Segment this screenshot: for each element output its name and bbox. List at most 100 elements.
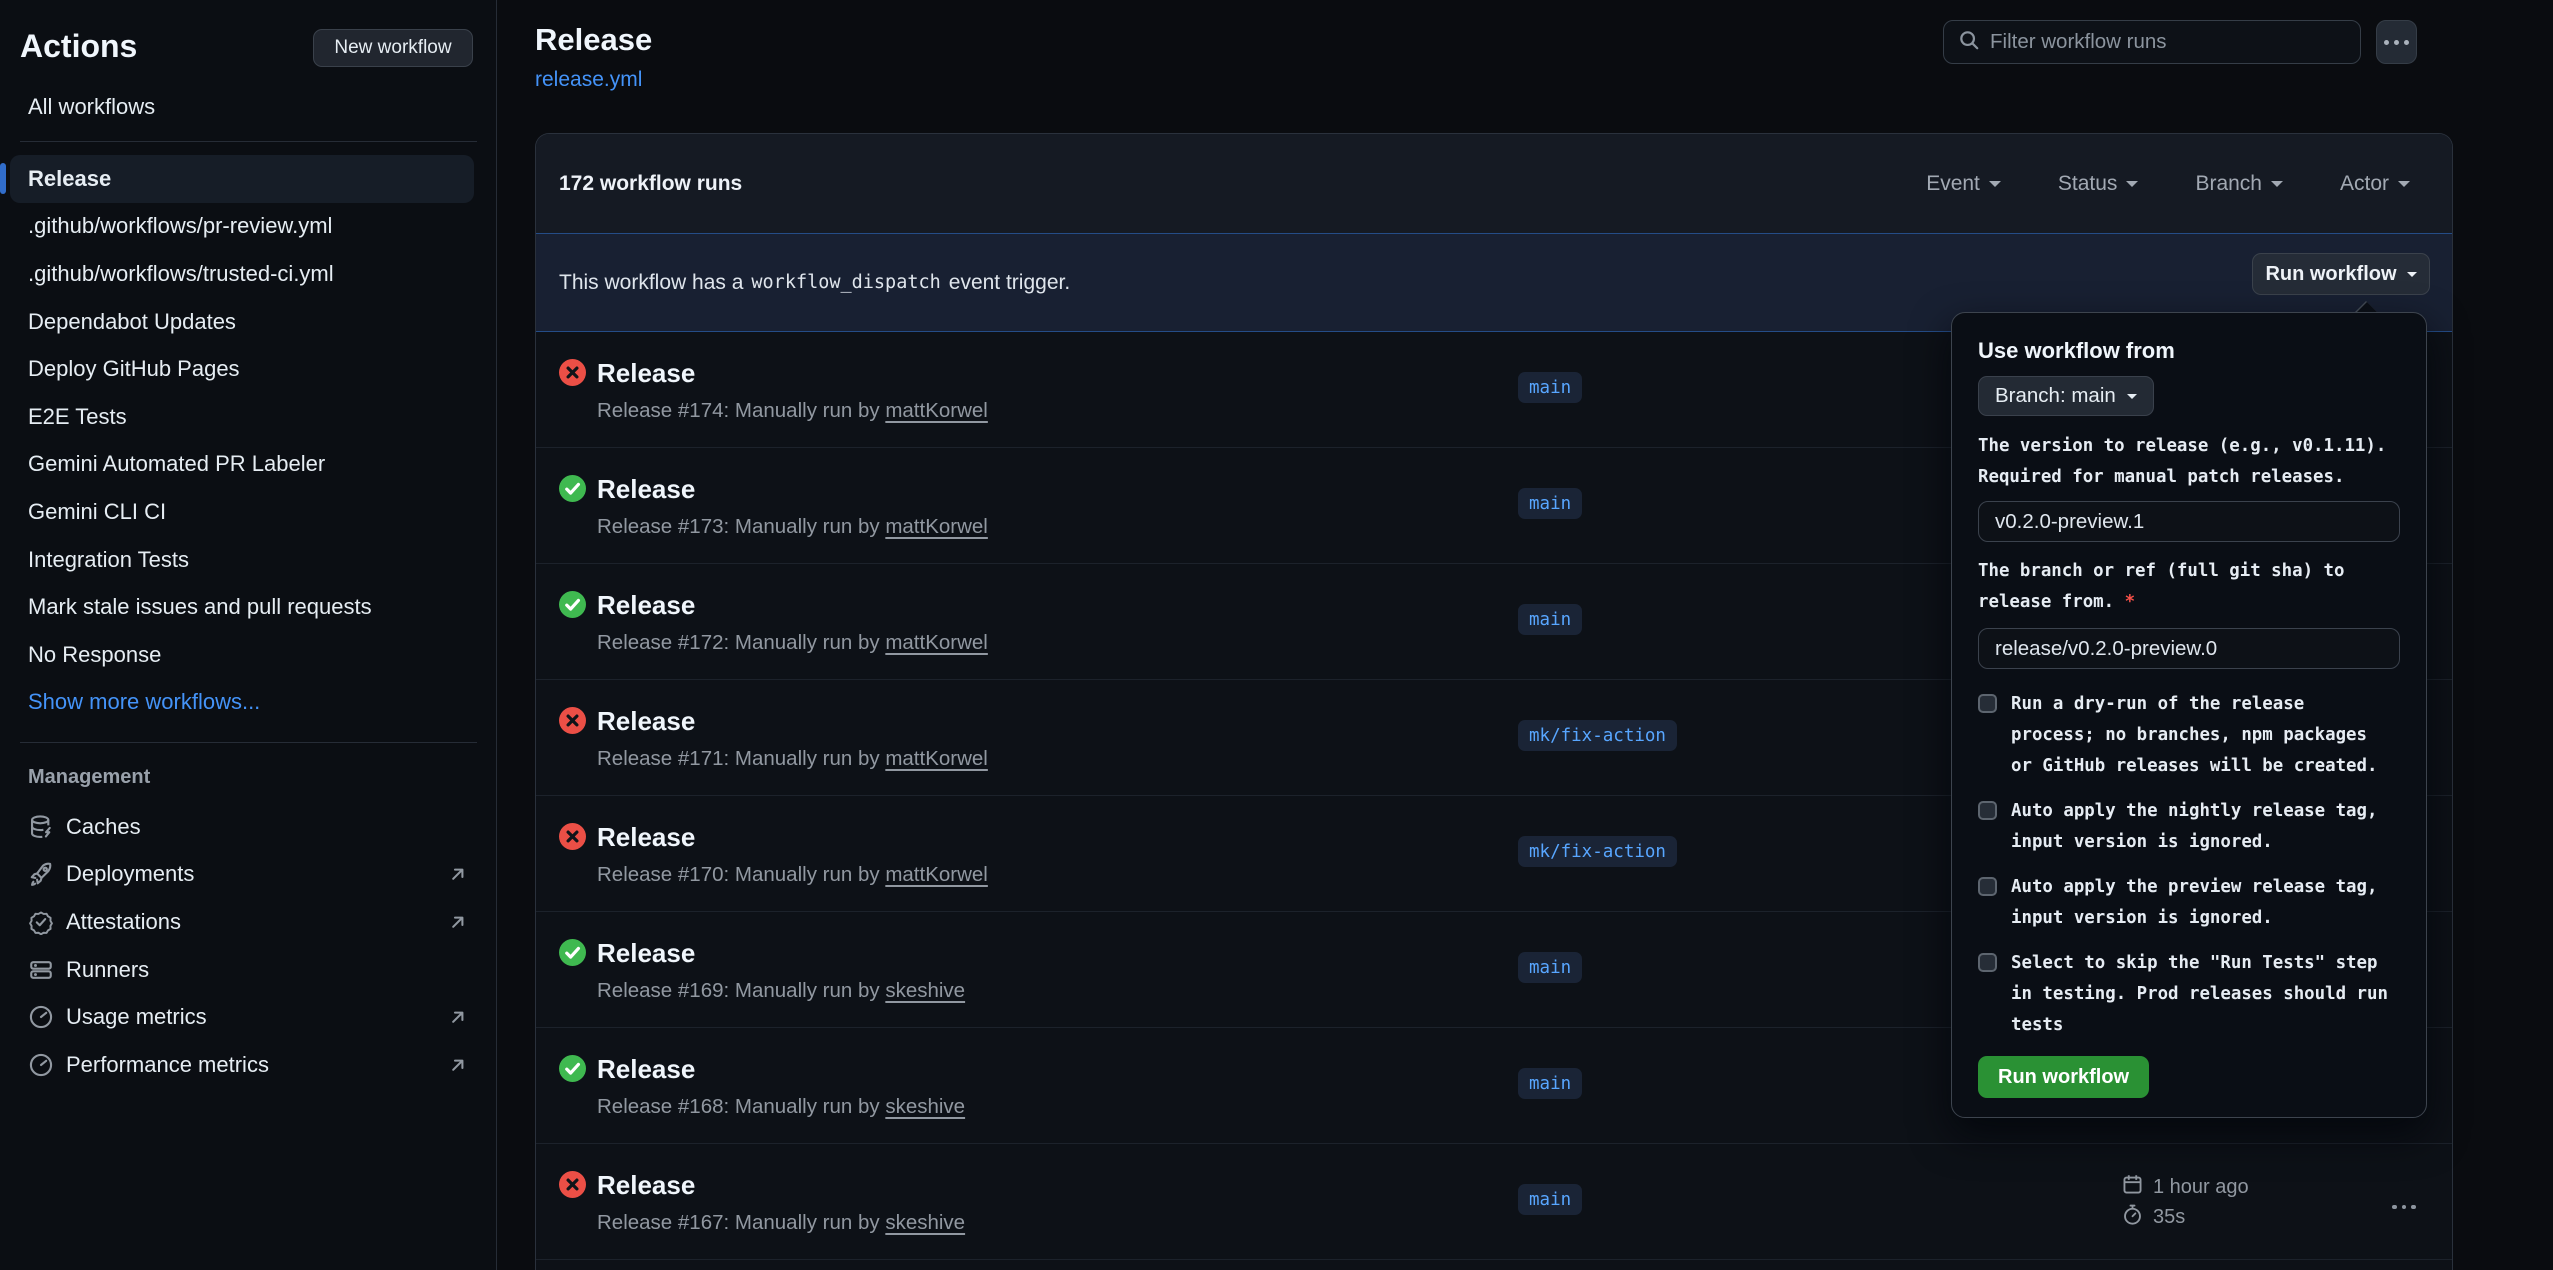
page-kebab-menu-button[interactable] [2376, 20, 2417, 64]
actor-link[interactable]: mattKorwel [885, 515, 988, 538]
sidebar-item-performance-metrics[interactable]: Performance metrics [0, 1041, 497, 1089]
sidebar-workflow-item[interactable]: Integration Tests [0, 536, 497, 584]
branch-badge[interactable]: mk/fix-action [1518, 836, 1677, 867]
sidebar-item-usage-metrics[interactable]: Usage metrics [0, 993, 497, 1041]
actor-link[interactable]: mattKorwel [885, 631, 988, 654]
branch-badge[interactable]: main [1518, 488, 1582, 519]
run-title-link[interactable]: Release [597, 938, 695, 969]
run-description: Release #172: Manually run by mattKorwel [597, 631, 988, 655]
sidebar-workflow-item[interactable]: .github/workflows/pr-review.yml [0, 203, 497, 251]
branch-badge[interactable]: main [1518, 1068, 1582, 1099]
filter-runs-input[interactable] [1990, 30, 2346, 54]
x-circle-icon [559, 707, 586, 734]
checkbox-label: Run a dry-run of the release process; no… [2011, 689, 2391, 782]
sidebar-item-release-selected[interactable]: Release [0, 155, 497, 203]
checkbox[interactable] [1978, 694, 1997, 713]
sidebar-item-label: No Response [28, 642, 161, 668]
branch-select-button[interactable]: Branch: main [1978, 376, 2154, 416]
x-circle-icon [559, 1171, 586, 1198]
workflow-run-row: ReleaseRelease #167: Manually run by ske… [536, 1144, 2452, 1260]
branch-badge[interactable]: main [1518, 604, 1582, 635]
new-workflow-button[interactable]: New workflow [313, 29, 473, 67]
run-workflow-panel: Use workflow from Branch: main The versi… [1951, 312, 2427, 1118]
sidebar-item-label: Gemini Automated PR Labeler [28, 451, 325, 477]
run-title-link[interactable]: Release [597, 474, 695, 505]
sidebar-workflow-item[interactable]: E2E Tests [0, 393, 497, 441]
sidebar-workflow-item[interactable]: Mark stale issues and pull requests [0, 583, 497, 631]
sidebar-workflow-item[interactable]: .github/workflows/trusted-ci.yml [0, 250, 497, 298]
run-workflow-dropdown-button[interactable]: Run workflow [2252, 253, 2430, 295]
kebab-icon [2384, 40, 2409, 45]
run-title-link[interactable]: Release [597, 1170, 695, 1201]
filter-runs-searchbox[interactable] [1943, 20, 2361, 64]
dropdown-option-row[interactable]: Run a dry-run of the release process; no… [1978, 689, 2400, 782]
filter-dropdown-branch[interactable]: Branch [2195, 172, 2283, 196]
ref-input-label: The branch or ref (full git sha) to rele… [1978, 556, 2400, 618]
checkbox[interactable] [1978, 877, 1997, 896]
panel-checkbox-list: Run a dry-run of the release process; no… [1978, 689, 2400, 1041]
run-title-link[interactable]: Release [597, 590, 695, 621]
sidebar-title: Actions [20, 28, 137, 65]
sidebar-workflow-item[interactable]: Gemini Automated PR Labeler [0, 441, 497, 489]
branch-badge[interactable]: main [1518, 1184, 1582, 1215]
dropdown-option-row[interactable]: Select to skip the "Run Tests" step in t… [1978, 948, 2400, 1041]
branch-badge[interactable]: mk/fix-action [1518, 720, 1677, 751]
management-list: CachesDeploymentsAttestationsRunnersUsag… [0, 803, 497, 1089]
dropdown-option-row[interactable]: Auto apply the preview release tag, inpu… [1978, 872, 2400, 934]
runs-count: 172 workflow runs [559, 172, 742, 196]
actor-link[interactable]: mattKorwel [885, 747, 988, 770]
external-link-icon [447, 1006, 469, 1028]
actions-sidebar: Actions New workflow All workflows Relea… [0, 0, 497, 1270]
actor-link[interactable]: mattKorwel [885, 863, 988, 886]
dropdown-option-row[interactable]: Auto apply the nightly release tag, inpu… [1978, 796, 2400, 858]
sidebar-item-attestations[interactable]: Attestations [0, 898, 497, 946]
chevron-down-icon [2398, 181, 2410, 193]
actor-link[interactable]: skeshive [885, 979, 965, 1002]
workflow-file-link[interactable]: release.yml [535, 68, 642, 92]
sidebar-item-label: Performance metrics [66, 1052, 269, 1078]
actor-link[interactable]: mattKorwel [885, 399, 988, 422]
sidebar-show-more-link[interactable]: Show more workflows... [0, 679, 497, 727]
branch-badge[interactable]: main [1518, 952, 1582, 983]
banner-code: workflow_dispatch [751, 272, 940, 293]
run-workflow-label: Run workflow [2265, 263, 2396, 286]
sidebar-divider [20, 141, 477, 142]
sidebar-workflow-item[interactable]: Dependabot Updates [0, 298, 497, 346]
checkbox[interactable] [1978, 801, 1997, 820]
run-description: Release #171: Manually run by mattKorwel [597, 747, 988, 771]
sidebar-item-label: Release [28, 166, 111, 192]
check-circle-icon [559, 475, 586, 502]
sidebar-workflow-item[interactable]: No Response [0, 631, 497, 679]
actor-link[interactable]: skeshive [885, 1211, 965, 1234]
run-title-link[interactable]: Release [597, 1054, 695, 1085]
run-meta: 1 hour ago35s [2121, 1172, 2249, 1232]
sidebar-item-label: Mark stale issues and pull requests [28, 594, 372, 620]
checkbox[interactable] [1978, 953, 1997, 972]
run-workflow-submit-button[interactable]: Run workflow [1978, 1056, 2149, 1098]
filter-dropdown-status[interactable]: Status [2058, 172, 2139, 196]
actor-link[interactable]: skeshive [885, 1095, 965, 1118]
version-input[interactable] [1978, 501, 2400, 542]
sidebar-item-deployments[interactable]: Deployments [0, 851, 497, 899]
branch-badge[interactable]: main [1518, 372, 1582, 403]
run-kebab-menu-icon[interactable] [2392, 1196, 2416, 1214]
chevron-down-icon [2407, 272, 2417, 282]
external-link-icon [447, 911, 469, 933]
sidebar-item-caches[interactable]: Caches [0, 803, 497, 851]
x-circle-icon [559, 823, 586, 850]
sidebar-item-runners[interactable]: Runners [0, 946, 497, 994]
run-title-link[interactable]: Release [597, 822, 695, 853]
sidebar-item-label: Deploy GitHub Pages [28, 356, 240, 382]
ref-input[interactable] [1978, 628, 2400, 669]
chevron-down-icon [2271, 181, 2283, 193]
run-title-link[interactable]: Release [597, 358, 695, 389]
filter-dropdown-actor[interactable]: Actor [2340, 172, 2410, 196]
run-title-link[interactable]: Release [597, 706, 695, 737]
filter-dropdown-event[interactable]: Event [1926, 172, 2001, 196]
sidebar-item-label: Integration Tests [28, 547, 189, 573]
sidebar-workflow-item[interactable]: Deploy GitHub Pages [0, 345, 497, 393]
filter-label: Branch [2195, 172, 2262, 196]
sidebar-item-all-workflows[interactable]: All workflows [28, 94, 155, 120]
sidebar-workflow-item[interactable]: Gemini CLI CI [0, 488, 497, 536]
sidebar-item-label: .github/workflows/trusted-ci.yml [28, 261, 334, 287]
